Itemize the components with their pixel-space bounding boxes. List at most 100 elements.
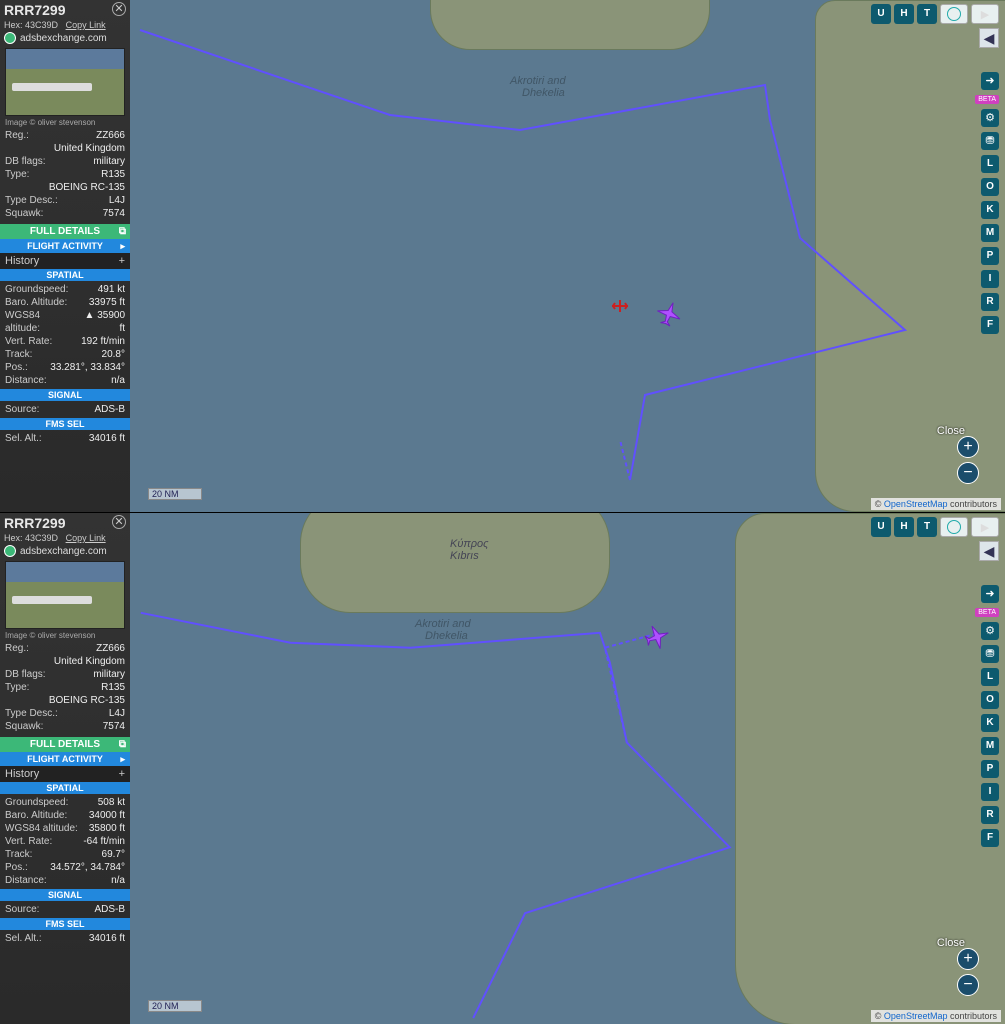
beta-badge: BETA (975, 95, 999, 104)
history-toggle[interactable]: History+ (0, 253, 130, 269)
dist-label: Distance: (5, 874, 47, 887)
u-button[interactable]: U (871, 517, 891, 537)
settings-button[interactable]: ⚙ (981, 109, 999, 127)
aircraft-photo[interactable] (5, 48, 125, 116)
o-button[interactable]: O (981, 178, 999, 196)
full-details-button[interactable]: FULL DETAILS⧉ (0, 224, 130, 239)
zoom-in-button[interactable]: + (957, 948, 979, 970)
top-controls: U H T ▶ (871, 517, 999, 537)
k-button[interactable]: K (981, 201, 999, 219)
spatial-info: Groundspeed:508 kt Baro. Altitude:34000 … (0, 794, 130, 889)
f-button[interactable]: F (981, 829, 999, 847)
copy-link[interactable]: Copy Link (66, 533, 106, 543)
map-canvas[interactable]: Akrotiri andDhekelia 20 NM Close + − © O… (130, 0, 1005, 512)
nav-back-button[interactable]: ◀ (979, 541, 999, 561)
signal-info: Source:ADS-B (0, 901, 130, 918)
login-button[interactable]: ➜ (981, 585, 999, 603)
h-button[interactable]: H (894, 4, 914, 24)
chevron-right-icon: ▶ (981, 8, 989, 21)
filters-button[interactable]: ⛃ (981, 645, 999, 663)
r-button[interactable]: R (981, 806, 999, 824)
close-sidebar-button[interactable]: ✕ (112, 515, 126, 529)
src-label: Source: (5, 903, 39, 916)
login-button[interactable]: ➜ (981, 72, 999, 90)
wgs-value: ▲ 35900 ft (77, 309, 125, 335)
close-sidebar-button[interactable]: ✕ (112, 2, 126, 16)
nav-fwd-button[interactable]: ▶ (971, 4, 999, 24)
flight-activity-button[interactable]: FLIGHT ACTIVITY▸ (0, 752, 130, 766)
u-button[interactable]: U (871, 4, 891, 24)
selected-aircraft-icon[interactable] (643, 623, 671, 654)
k-button[interactable]: K (981, 714, 999, 732)
site-name: adsbexchange.com (20, 33, 107, 44)
typefull-value: BOEING RC-135 (49, 694, 125, 707)
r-button[interactable]: R (981, 293, 999, 311)
balt-value: 34000 ft (89, 809, 125, 822)
i-button[interactable]: I (981, 783, 999, 801)
m-button[interactable]: M (981, 737, 999, 755)
beta-badge: BETA (975, 608, 999, 617)
full-details-button[interactable]: FULL DETAILS⧉ (0, 737, 130, 752)
site-line[interactable]: adsbexchange.com (0, 543, 130, 559)
zoom-in-button[interactable]: + (957, 436, 979, 458)
map-label-cyprus: ΚύπροςKıbrıs (450, 538, 489, 562)
layers-button[interactable] (940, 4, 968, 24)
dbflags-label: DB flags: (5, 668, 46, 681)
filters-button[interactable]: ⛃ (981, 132, 999, 150)
l-button[interactable]: L (981, 668, 999, 686)
dbflags-label: DB flags: (5, 155, 46, 168)
balt-value: 33975 ft (89, 296, 125, 309)
p-button[interactable]: P (981, 247, 999, 265)
pos-label: Pos.: (5, 861, 28, 874)
side-controls: ➜ BETA ⚙ ⛃ L O K M P I R F (975, 72, 999, 334)
pos-value: 34.572°, 34.784° (50, 861, 125, 874)
zoom-out-button[interactable]: − (957, 462, 979, 484)
history-toggle[interactable]: History+ (0, 766, 130, 782)
zoom-out-button[interactable]: − (957, 974, 979, 996)
l-button[interactable]: L (981, 155, 999, 173)
i-button[interactable]: I (981, 270, 999, 288)
balt-label: Baro. Altitude: (5, 296, 67, 309)
osm-link[interactable]: OpenStreetMap (884, 1011, 948, 1021)
external-link-icon: ⧉ (119, 739, 126, 750)
typedesc-label: Type Desc.: (5, 194, 58, 207)
dist-value: n/a (111, 874, 125, 887)
m-button[interactable]: M (981, 224, 999, 242)
type-value: R135 (101, 681, 125, 694)
zoom-controls: + − (957, 948, 979, 996)
signal-header: SIGNAL (0, 889, 130, 901)
nav-back-button[interactable]: ◀ (979, 28, 999, 48)
reg-value: ZZ666 (96, 129, 125, 142)
target-aircraft-icon[interactable] (610, 298, 630, 317)
site-line[interactable]: adsbexchange.com (0, 30, 130, 46)
selected-aircraft-icon[interactable] (655, 300, 683, 331)
p-button[interactable]: P (981, 760, 999, 778)
flight-activity-button[interactable]: FLIGHT ACTIVITY▸ (0, 239, 130, 253)
map-canvas[interactable]: Akrotiri andDhekelia ΚύπροςKıbrıs 20 NM … (130, 513, 1005, 1024)
signal-header: SIGNAL (0, 389, 130, 401)
trk-label: Track: (5, 848, 32, 861)
f-button[interactable]: F (981, 316, 999, 334)
chevron-left-icon: ◀ (984, 543, 995, 560)
hex-value: 43C39D (25, 533, 58, 543)
squawk-label: Squawk: (5, 720, 43, 733)
src-value: ADS-B (94, 403, 125, 416)
nav-fwd-button[interactable]: ▶ (971, 517, 999, 537)
site-name: adsbexchange.com (20, 546, 107, 557)
layers-button[interactable] (940, 517, 968, 537)
copy-link[interactable]: Copy Link (66, 20, 106, 30)
selalt-label: Sel. Alt.: (5, 432, 42, 445)
osm-link[interactable]: OpenStreetMap (884, 499, 948, 509)
gs-value: 508 kt (98, 796, 125, 809)
vr-label: Vert. Rate: (5, 835, 52, 848)
h-button[interactable]: H (894, 517, 914, 537)
typedesc-value: L4J (109, 707, 125, 720)
hex-line: Hex: 43C39D Copy Link (0, 533, 130, 543)
t-button[interactable]: T (917, 517, 937, 537)
wgs-label: WGS84 altitude: (5, 309, 77, 335)
o-button[interactable]: O (981, 691, 999, 709)
aircraft-photo[interactable] (5, 561, 125, 629)
t-button[interactable]: T (917, 4, 937, 24)
squawk-label: Squawk: (5, 207, 43, 220)
settings-button[interactable]: ⚙ (981, 622, 999, 640)
